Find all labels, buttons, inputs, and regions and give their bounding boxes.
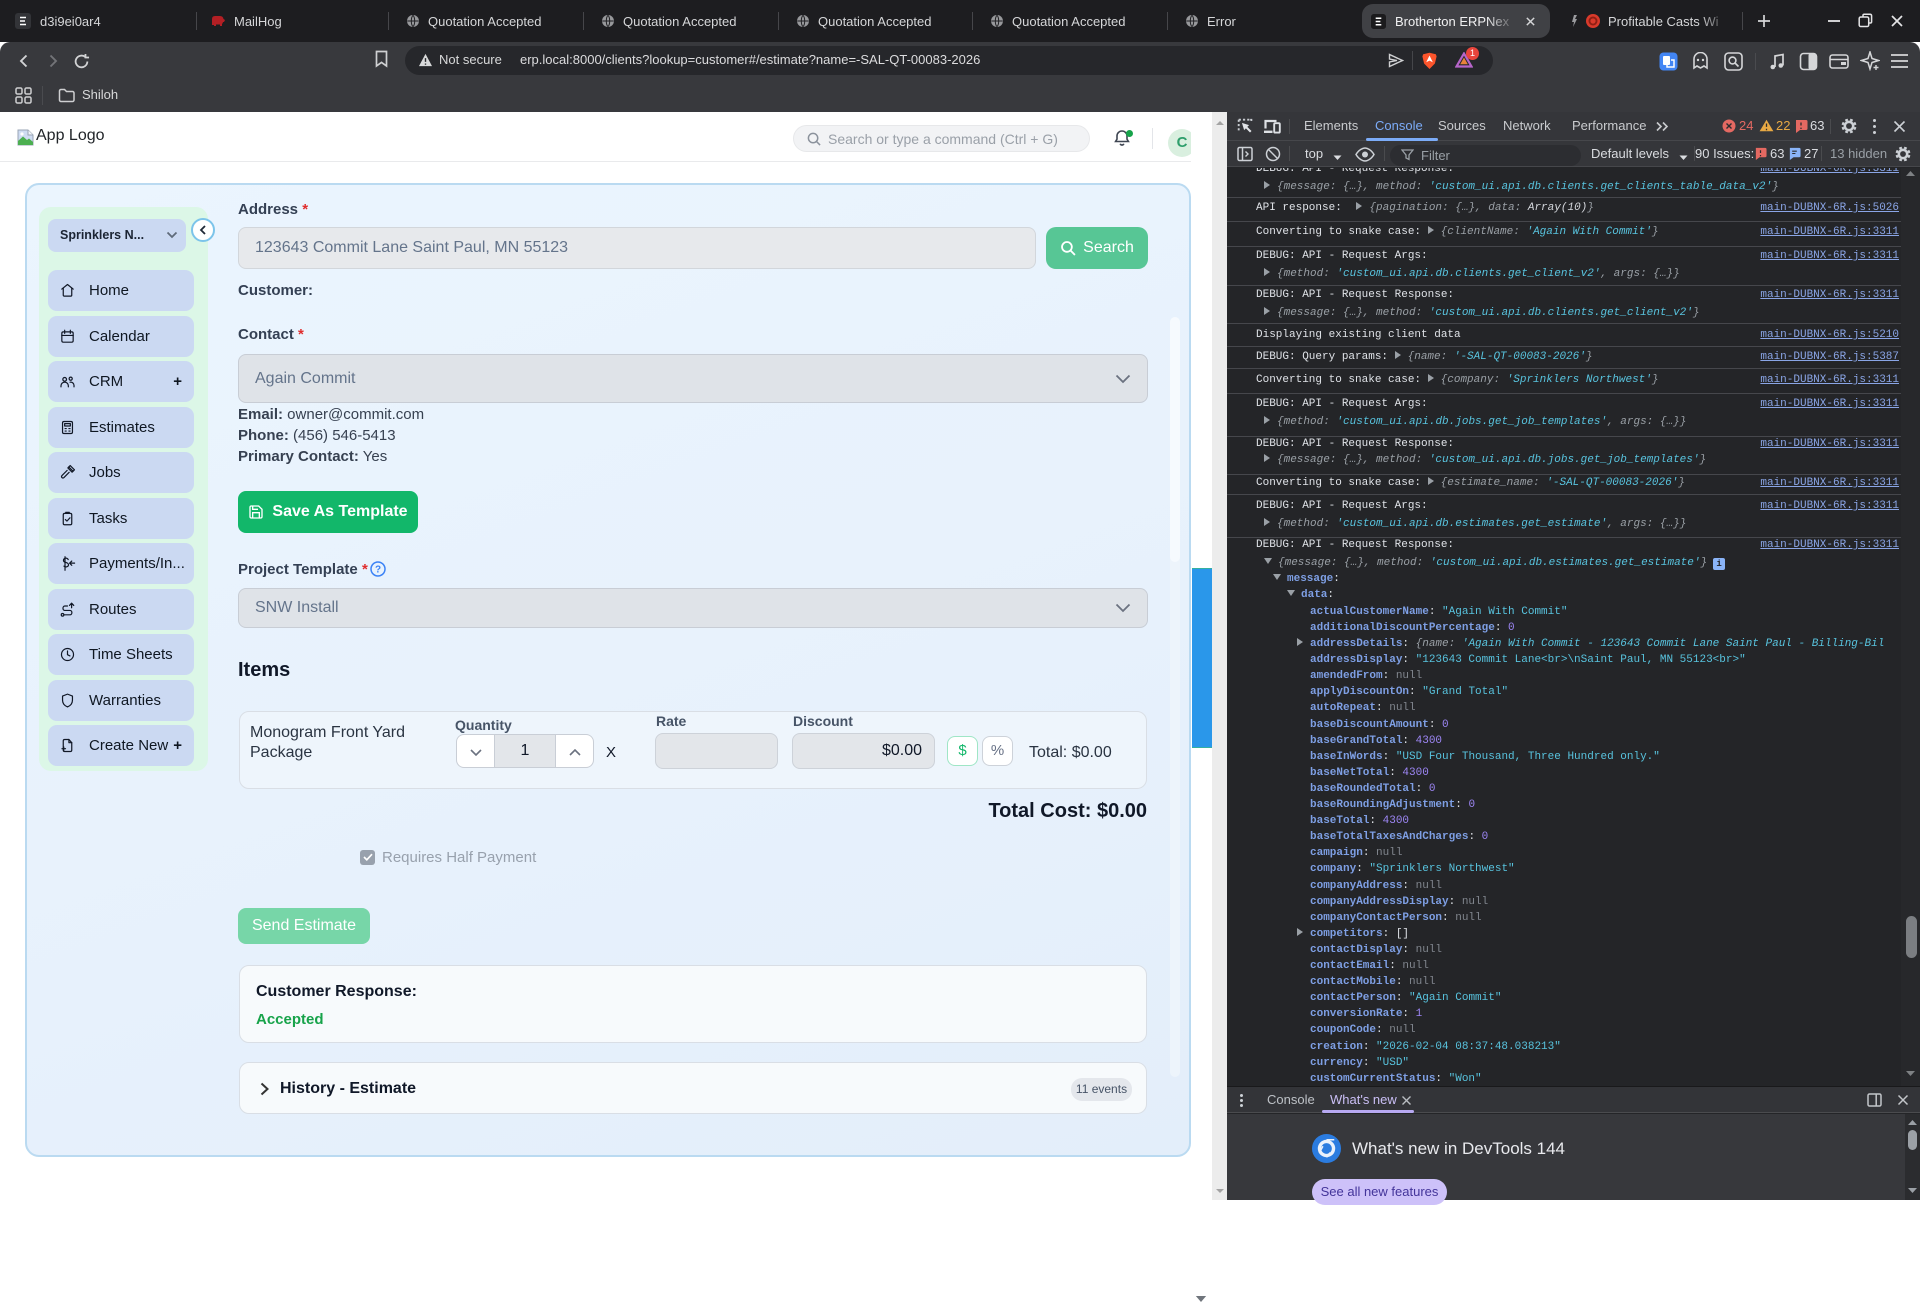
- svg-text:?: ?: [375, 565, 381, 576]
